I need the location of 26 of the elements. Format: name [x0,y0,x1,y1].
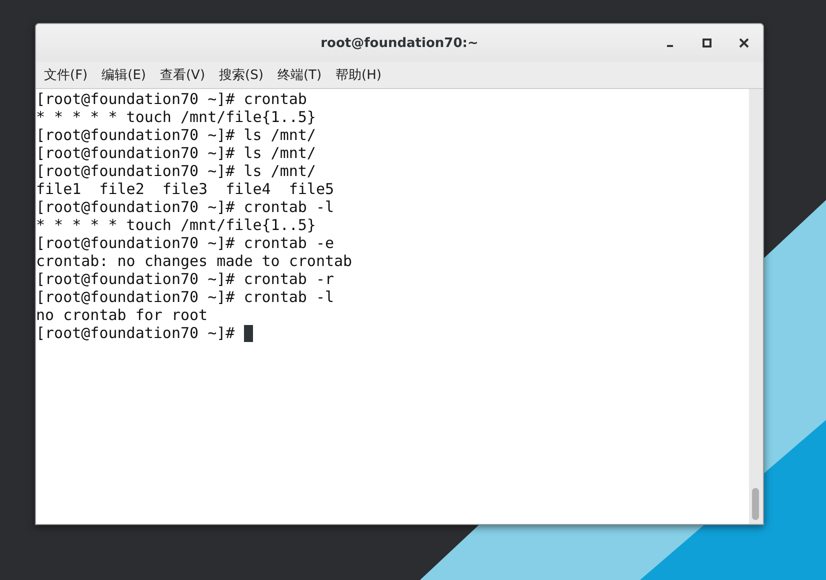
menu-item[interactable]: 帮助(H) [336,66,382,84]
terminal-line: [root@foundation70 ~]# crontab -e [36,234,334,252]
terminal-line: [root@foundation70 ~]# ls /mnt/ [36,126,316,144]
terminal-line: [root@foundation70 ~]# ls /mnt/ [36,162,316,180]
terminal-line: [root@foundation70 ~]# ls /mnt/ [36,144,316,162]
menu-item[interactable]: 文件(F) [44,66,88,84]
terminal-line: [root@foundation70 ~]# crontab -l [36,198,334,216]
window-title: root@foundation70:~ [320,36,478,50]
terminal-line: * * * * * touch /mnt/file{1..5} [36,216,316,234]
terminal-line: no crontab for root [36,306,208,324]
terminal-line: [root@foundation70 ~]# crontab -l [36,288,334,306]
terminal-line: [root@foundation70 ~]# [36,324,236,342]
close-icon[interactable] [739,38,749,48]
terminal-line: file1 file2 file3 file4 file5 [36,180,334,198]
scrollbar[interactable] [749,89,763,524]
terminal-line: * * * * * touch /mnt/file{1..5} [36,108,316,126]
terminal-line: [root@foundation70 ~]# crontab [36,90,307,108]
menu-item[interactable]: 编辑(E) [102,66,146,84]
menu-item[interactable]: 终端(T) [277,66,322,84]
menu-item[interactable]: 查看(V) [160,66,206,84]
maximize-icon[interactable] [702,38,712,48]
terminal-line: [root@foundation70 ~]# crontab -r [36,270,334,288]
text-cursor [244,324,253,342]
menu-item[interactable]: 搜索(S) [219,66,264,84]
scrollbar-thumb[interactable] [752,488,759,520]
terminal-line: crontab: no changes made to crontab [36,252,352,270]
